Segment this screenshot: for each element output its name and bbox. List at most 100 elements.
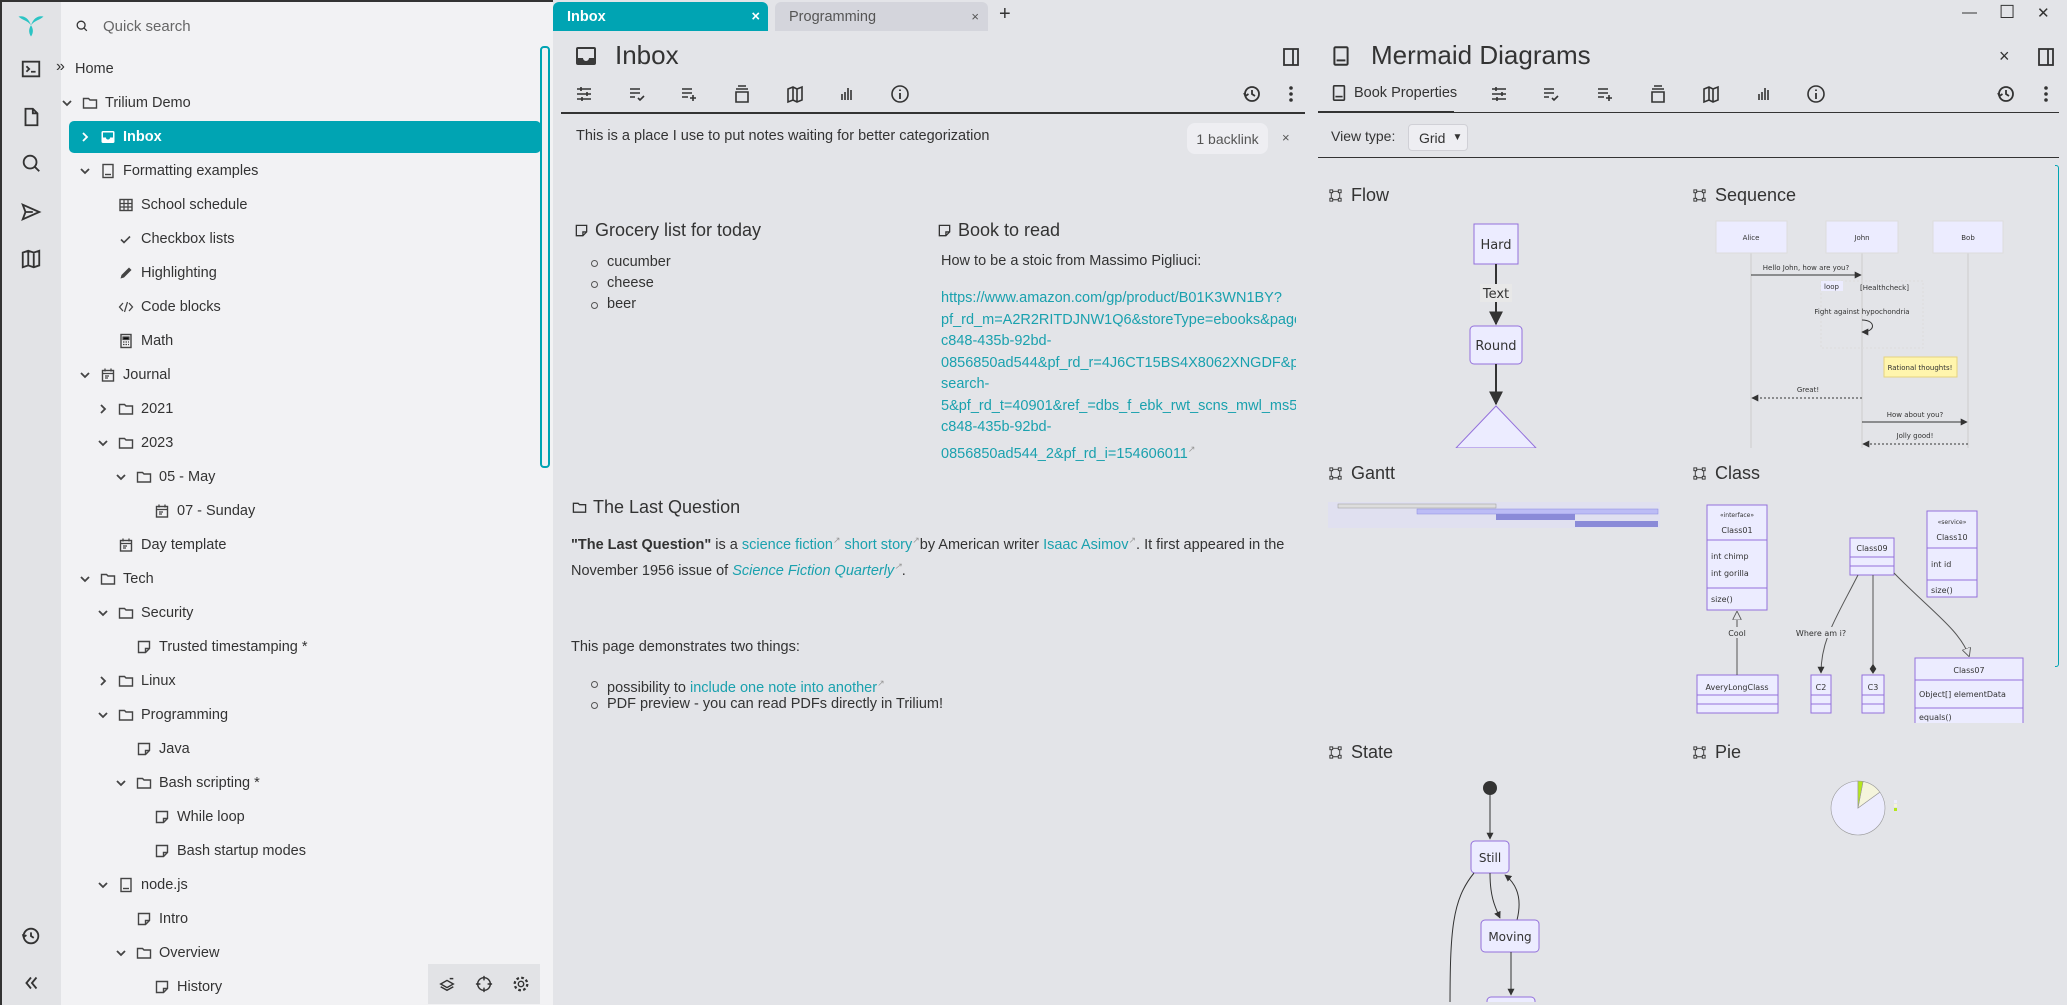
tree-item[interactable]: Trusted timestamping * — [61, 631, 541, 663]
view-type-select[interactable]: Grid ▼ — [1408, 124, 1468, 151]
tree-item[interactable]: Bash scripting * — [61, 767, 541, 799]
tree-item[interactable]: Journal — [61, 359, 541, 391]
tree-item[interactable]: Programming — [61, 699, 541, 731]
minimize-button[interactable]: — — [1962, 4, 1977, 21]
history-icon[interactable] — [1993, 81, 2019, 107]
layers-icon[interactable] — [438, 975, 456, 993]
chevron-down-icon[interactable] — [96, 606, 110, 620]
tree-item[interactable]: School schedule — [61, 189, 541, 221]
info-icon[interactable] — [1803, 81, 1829, 107]
stats-icon[interactable] — [834, 81, 860, 107]
last-question-heading[interactable]: The Last Question — [572, 497, 740, 518]
chevron-down-icon[interactable] — [78, 368, 92, 382]
map-icon[interactable] — [15, 243, 47, 275]
history-icon[interactable] — [15, 920, 47, 952]
stats-icon[interactable] — [1751, 81, 1777, 107]
tree-item[interactable]: Highlighting — [61, 257, 541, 289]
toggle-right-panel-icon[interactable] — [1278, 44, 1304, 70]
crosshair-icon[interactable] — [475, 975, 493, 993]
options-icon[interactable] — [1486, 81, 1512, 107]
tree-item[interactable]: Java — [61, 733, 541, 765]
diagram-card-title[interactable]: Pie — [1692, 742, 1741, 763]
diagram-card-title[interactable]: Class — [1692, 463, 1760, 484]
tree-item[interactable]: 05 - May — [61, 461, 541, 493]
map-icon[interactable] — [1698, 81, 1724, 107]
tree-item[interactable]: node.js — [61, 869, 541, 901]
chevron-down-icon[interactable] — [114, 470, 128, 484]
more-icon[interactable] — [1278, 81, 1304, 107]
close-tab-icon[interactable]: × — [752, 9, 760, 25]
tab-programming[interactable]: Programming × — [775, 2, 988, 31]
science-fiction-link[interactable]: science fiction — [742, 537, 841, 553]
gear-icon[interactable] — [512, 975, 530, 993]
tree-item[interactable]: Linux — [61, 665, 541, 697]
note-title[interactable]: Mermaid Diagrams — [1371, 40, 1591, 71]
tree-scrollbar[interactable] — [540, 46, 550, 468]
toggle-right-panel-icon[interactable] — [2033, 44, 2059, 70]
grocery-heading[interactable]: Grocery list for today — [574, 220, 761, 241]
chevron-down-icon[interactable] — [60, 96, 74, 110]
map-icon[interactable] — [782, 81, 808, 107]
tree-item[interactable]: 07 - Sunday — [61, 495, 541, 527]
terminal-icon[interactable] — [15, 53, 47, 85]
chevron-right-icon[interactable] — [96, 674, 110, 688]
tree-item[interactable]: Trilium Demo — [61, 87, 541, 119]
tree-item[interactable]: Code blocks — [61, 291, 541, 323]
todo-list-icon[interactable] — [1538, 81, 1564, 107]
collapse-icon[interactable] — [15, 967, 47, 999]
chevron-down-icon[interactable] — [114, 946, 128, 960]
diagram-card-title[interactable]: State — [1328, 742, 1393, 763]
tree-item[interactable]: Intro — [61, 903, 541, 935]
note-title[interactable]: Inbox — [615, 40, 679, 71]
todo-list-icon[interactable] — [624, 81, 650, 107]
tree-item[interactable]: Checkbox lists — [61, 223, 541, 255]
options-icon[interactable] — [571, 81, 597, 107]
sf-quarterly-link[interactable]: Science Fiction Quarterly — [732, 563, 902, 579]
trilium-logo[interactable] — [15, 8, 47, 40]
add-list-icon[interactable] — [676, 81, 702, 107]
tree-item[interactable]: 2023 — [61, 427, 541, 459]
new-note-icon[interactable] — [15, 101, 47, 133]
quick-search[interactable] — [61, 10, 541, 42]
chevron-right-icon[interactable] — [96, 402, 110, 416]
diagram-card-title[interactable]: Flow — [1328, 185, 1389, 206]
new-tab-button[interactable]: + — [999, 3, 1011, 26]
tree-item[interactable]: Tech — [61, 563, 541, 595]
tree-item[interactable]: Bash startup modes — [61, 835, 541, 867]
diagram-card-title[interactable]: Gantt — [1328, 463, 1395, 484]
chevron-down-icon[interactable] — [114, 776, 128, 790]
history-icon[interactable] — [1239, 81, 1265, 107]
chevron-down-icon[interactable] — [96, 436, 110, 450]
template-icon[interactable] — [729, 81, 755, 107]
chevron-down-icon[interactable] — [78, 572, 92, 586]
diagram-card-title[interactable]: Sequence — [1692, 185, 1796, 206]
tree-item[interactable]: Day template — [61, 529, 541, 561]
tree-item[interactable]: Security — [61, 597, 541, 629]
tree-item[interactable]: Formatting examples — [61, 155, 541, 187]
chevron-down-icon[interactable] — [96, 878, 110, 892]
tree-item-home[interactable]: » Home — [56, 53, 541, 85]
chevron-right-icon[interactable] — [78, 130, 92, 144]
template-icon[interactable] — [1645, 81, 1671, 107]
chevron-down-icon[interactable] — [78, 164, 92, 178]
tree-item[interactable]: Math — [61, 325, 541, 357]
book-link[interactable]: https://www.amazon.com/gp/product/B01K3W… — [941, 288, 1296, 465]
send-icon[interactable] — [15, 196, 47, 228]
tree-item[interactable]: While loop — [61, 801, 541, 833]
maximize-button[interactable]: ☐ — [1999, 2, 2015, 23]
tab-inbox[interactable]: Inbox × — [553, 2, 768, 31]
more-icon[interactable] — [2033, 81, 2059, 107]
tree-item[interactable]: Inbox — [69, 121, 541, 153]
close-window-button[interactable]: ✕ — [2037, 4, 2050, 22]
search-icon[interactable] — [15, 147, 47, 179]
chevron-down-icon[interactable] — [96, 708, 110, 722]
book-properties-tab[interactable]: Book Properties — [1330, 84, 1457, 102]
backlinks-badge[interactable]: 1 backlink — [1187, 123, 1268, 154]
tree-item[interactable]: 2021 — [61, 393, 541, 425]
right-scrollbar[interactable] — [2055, 165, 2059, 667]
quick-search-input[interactable] — [103, 17, 503, 35]
close-backlinks-icon[interactable]: × — [1282, 130, 1290, 145]
add-list-icon[interactable] — [1592, 81, 1618, 107]
book-heading[interactable]: Book to read — [937, 220, 1060, 241]
close-split-icon[interactable]: × — [1999, 46, 2010, 67]
